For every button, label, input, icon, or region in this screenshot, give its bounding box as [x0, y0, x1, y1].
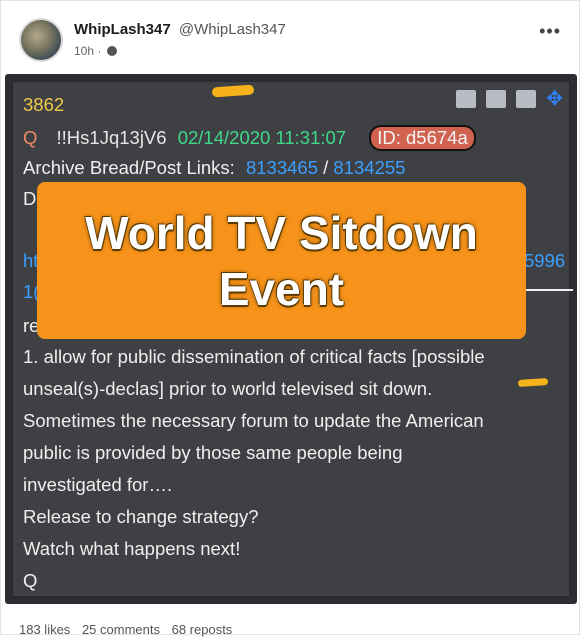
author-name[interactable]: WhipLash347	[74, 21, 171, 38]
author-handle[interactable]: @WhipLash347	[179, 21, 286, 38]
image-icon	[516, 90, 537, 108]
post-date: 02/14/2020 11:31:07	[177, 127, 347, 148]
post-image[interactable]: ✥ 3862 Q !!Hs1Jq13jV6 02/14/2020 11:31:0…	[5, 74, 577, 604]
post-id-line: Q !!Hs1Jq13jV6 02/14/2020 11:31:07 ID: d…	[23, 125, 476, 151]
post-number: 3862	[23, 94, 65, 115]
archive-label: Archive Bread/Post Links:	[23, 157, 235, 178]
author-line: WhipLash347 @WhipLash347	[74, 21, 286, 38]
globe-icon	[106, 46, 117, 56]
archive-link[interactable]: 8134255	[333, 157, 405, 178]
body-line: Watch what happens next!	[23, 538, 241, 559]
headline-banner: World TV Sitdown Event	[37, 182, 526, 339]
partial-link-right: 5996	[524, 250, 566, 271]
headline-line-2: Event	[218, 262, 345, 315]
move-icon: ✥	[546, 88, 563, 110]
post-time[interactable]: 10h	[74, 44, 94, 58]
body-line: Release to change strategy?	[23, 506, 259, 527]
post-id-badge: ID: d5674a	[369, 125, 476, 151]
board-icons: ✥	[456, 88, 563, 110]
partial-d: D	[23, 188, 37, 209]
body-line: investigated for….	[23, 474, 173, 495]
more-options-button[interactable]: •••	[539, 21, 561, 42]
vr-icon	[486, 90, 507, 108]
headline-line-1: World TV Sitdown	[85, 206, 478, 259]
post-header-line: 3862	[23, 94, 64, 116]
archive-link[interactable]: 8133465	[246, 157, 318, 178]
divider	[523, 289, 573, 291]
body-line: public is provided by those same people …	[23, 442, 403, 463]
archive-separator: /	[323, 157, 329, 178]
post-meta: 10h ·	[74, 44, 117, 58]
body-line: Sometimes the necessary forum to update …	[23, 410, 484, 431]
body-line: 1. allow for public dissemination of cri…	[23, 346, 485, 367]
copy-icon	[456, 90, 477, 108]
archive-line: Archive Bread/Post Links: 8133465 / 8134…	[23, 157, 405, 179]
tripcode: !!Hs1Jq13jV6	[56, 127, 167, 148]
body-line: unseal(s)-declas] prior to world televis…	[23, 378, 433, 399]
post-card: WhipLash347 @WhipLash347 10h · ••• ✥ 386…	[0, 0, 580, 637]
q-label: Q	[23, 127, 38, 148]
avatar[interactable]	[19, 18, 63, 62]
body-line: Q	[23, 570, 38, 591]
